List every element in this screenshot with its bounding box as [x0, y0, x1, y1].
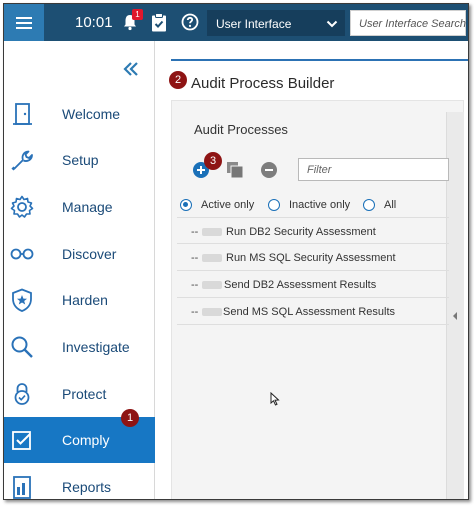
section-title: Audit Processes: [194, 122, 288, 137]
process-name: Send MS SQL Assessment Results: [223, 306, 395, 318]
sidebar-item-label: Protect: [62, 386, 107, 402]
radio-unselected-icon: [363, 199, 375, 211]
lock-icon: [14, 383, 30, 405]
clock: 10:01: [75, 14, 113, 31]
double-chevron-left-icon[interactable]: [122, 60, 140, 78]
radio-unselected-icon: [268, 199, 280, 211]
wrench-icon: [11, 150, 33, 171]
sidebar-item-welcome[interactable]: Welcome: [4, 91, 155, 137]
callout-badge-3: 3: [204, 152, 222, 170]
tree-prefix: --: [191, 252, 199, 264]
radio-inactive-only[interactable]: Inactive only: [268, 197, 350, 213]
callout-badge-2: 2: [169, 71, 187, 89]
checkbox-icon: [12, 431, 31, 450]
list-item[interactable]: -- Run DB2 Security Assessment: [177, 217, 449, 244]
process-name: Run MS SQL Security Assessment: [226, 252, 396, 264]
radio-label: Inactive only: [289, 199, 351, 211]
copy-icon[interactable]: [226, 161, 244, 179]
page-title: Audit Process Builder: [191, 75, 335, 92]
sidebar-item-label: Investigate: [62, 339, 130, 355]
chevron-down-icon: [326, 20, 338, 28]
remove-icon[interactable]: [260, 161, 278, 179]
filter-input[interactable]: Filter: [298, 158, 449, 181]
redacted-id: [202, 254, 222, 262]
sidebar-item-harden[interactable]: Harden: [4, 277, 155, 323]
sidebar-item-discover[interactable]: Discover: [4, 231, 155, 277]
radio-active-only[interactable]: Active only: [180, 197, 254, 213]
sidebar-item-label: Harden: [62, 292, 108, 308]
scroll-left-arrow-icon[interactable]: [453, 312, 457, 320]
radio-selected-icon: [180, 199, 192, 211]
glasses-icon: [10, 248, 34, 260]
sidebar-item-investigate[interactable]: Investigate: [4, 324, 155, 370]
magnifier-icon: [11, 336, 33, 358]
sidebar: Welcome Setup Manage Discover Harden Inv…: [4, 41, 155, 499]
sidebar-item-label: Welcome: [62, 106, 121, 122]
sidebar-item-label: Setup: [62, 152, 99, 168]
list-item[interactable]: -- Run MS SQL Security Assessment: [177, 244, 449, 271]
radio-all[interactable]: All: [363, 197, 396, 213]
process-name: Run DB2 Security Assessment: [226, 226, 376, 238]
redacted-id: [202, 281, 222, 289]
app-selector[interactable]: User Interface: [207, 10, 345, 36]
sidebar-item-setup[interactable]: Setup: [4, 137, 155, 183]
redacted-id: [202, 228, 222, 236]
sidebar-item-label: Manage: [62, 199, 113, 215]
sidebar-item-label: Discover: [62, 246, 117, 262]
gear-icon: [10, 195, 34, 218]
tree-prefix: --: [191, 279, 199, 291]
sidebar-item-reports[interactable]: Reports: [4, 464, 155, 499]
app-window: 10:01 1 User Interface User Interface Se…: [3, 3, 469, 500]
shield-star-icon: [12, 288, 32, 312]
redacted-id: [202, 308, 222, 316]
clipboard-icon[interactable]: [151, 13, 167, 32]
door-icon: [13, 103, 32, 125]
header-accent-line: [171, 59, 468, 61]
filter-placeholder: Filter: [307, 164, 332, 176]
sidebar-item-label: Reports: [62, 479, 112, 495]
notification-badge: 1: [132, 9, 143, 20]
top-bar: 10:01 1 User Interface User Interface Se…: [4, 4, 468, 41]
list-item[interactable]: -- Send MS SQL Assessment Results: [177, 298, 449, 325]
help-icon[interactable]: [181, 13, 199, 31]
radio-label: All: [384, 199, 397, 211]
sidebar-item-label: Comply: [62, 432, 110, 448]
sidebar-item-manage[interactable]: Manage: [4, 184, 155, 230]
search-placeholder: User Interface Search: [359, 18, 466, 30]
tree-prefix: --: [191, 226, 199, 238]
search-input[interactable]: User Interface Search: [350, 10, 466, 36]
report-icon: [13, 476, 31, 499]
mouse-pointer-icon: [270, 392, 280, 406]
process-name: Send DB2 Assessment Results: [224, 279, 377, 291]
menu-icon: [16, 16, 32, 29]
menu-button[interactable]: [4, 4, 44, 41]
tree-prefix: --: [191, 306, 199, 318]
list-item[interactable]: -- Send DB2 Assessment Results: [177, 271, 449, 298]
callout-badge-1: 1: [121, 409, 139, 427]
radio-label: Active only: [201, 199, 255, 211]
app-selector-value: User Interface: [216, 17, 292, 31]
